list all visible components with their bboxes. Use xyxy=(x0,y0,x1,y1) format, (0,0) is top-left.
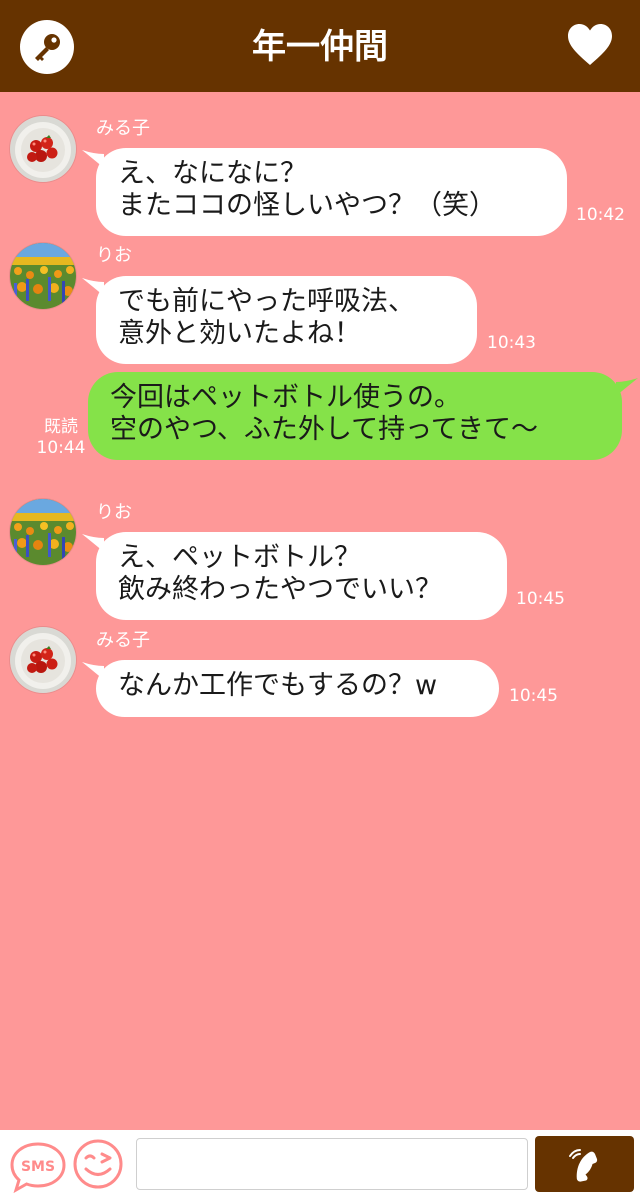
tomato-avatar[interactable] xyxy=(10,116,76,182)
message-bubble[interactable]: え、ペットボトル？ 飲み終わったやつでいい？ xyxy=(96,532,507,620)
message-time: 10:42 xyxy=(576,205,625,225)
wink-face-icon xyxy=(73,1139,123,1189)
message-time: 10:43 xyxy=(487,333,536,353)
message-line: え、なになに？ xyxy=(118,158,307,189)
message-line: またココの怪しいやつ？（笑） xyxy=(118,190,496,221)
message-line: え、ペットボトル？ xyxy=(118,542,361,573)
flower-field-avatar[interactable] xyxy=(10,243,76,309)
sender-name: みる子 xyxy=(96,630,150,651)
message-time: 10:45 xyxy=(516,589,565,609)
chat-title: 年一仲間 xyxy=(252,27,388,67)
phone-icon xyxy=(568,1149,597,1182)
tomato-avatar[interactable] xyxy=(10,627,76,693)
sender-name: みる子 xyxy=(96,118,150,139)
message-line: 意外と効いたよね！ xyxy=(118,318,361,349)
flower-field-avatar[interactable] xyxy=(10,499,76,565)
header-bar: 年一仲間 xyxy=(0,0,640,92)
message-bubble[interactable]: でも前にやった呼吸法、 意外と効いたよね！ xyxy=(96,276,477,364)
sender-name: りお xyxy=(96,245,132,266)
message-input[interactable] xyxy=(136,1138,528,1190)
message-line: 今回はペットボトル使うの。 xyxy=(110,382,461,413)
sender-name: りお xyxy=(96,502,132,523)
call-button[interactable] xyxy=(535,1136,634,1192)
emoji-button[interactable] xyxy=(72,1136,124,1192)
message-bubble-own[interactable]: 今回はペットボトル使うの。 空のやつ、ふた外して持ってきて〜 xyxy=(88,372,622,460)
sms-icon: SMS xyxy=(10,1142,66,1194)
read-receipt: 既読 xyxy=(44,417,78,437)
message-line: 飲み終わったやつでいい？ xyxy=(118,574,442,605)
message-bubble[interactable]: え、なになに？ またココの怪しいやつ？（笑） xyxy=(96,148,567,236)
message-line: でも前にやった呼吸法、 xyxy=(118,286,415,317)
message-line: なんか工作でもするの？w xyxy=(118,670,438,701)
heart-icon xyxy=(568,24,612,65)
favorite-button[interactable] xyxy=(566,22,614,68)
message-time: 10:44 xyxy=(36,438,86,458)
input-bar: SMS xyxy=(0,1130,640,1200)
message-time: 10:45 xyxy=(509,686,558,706)
sms-label: SMS xyxy=(21,1159,55,1175)
message-bubble[interactable]: なんか工作でもするの？w xyxy=(96,660,499,717)
message-line: 空のやつ、ふた外して持ってきて〜 xyxy=(110,414,538,445)
sms-button[interactable]: SMS xyxy=(8,1136,68,1196)
